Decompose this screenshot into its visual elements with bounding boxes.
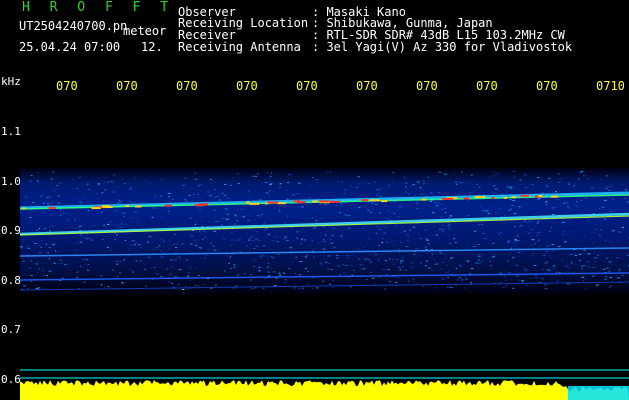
y-tick-label: 0.8: [1, 273, 21, 287]
meteor-label: meteor: [123, 24, 167, 38]
hrofft-display: H R O F F T UT2504240700.pn meteor 25.04…: [0, 0, 629, 400]
time-tick-label: 070: [56, 79, 78, 93]
y-tick-label: 0.6: [1, 373, 21, 386]
y-tick-label: 1.1: [1, 125, 21, 138]
y-axis-unit: kHz: [1, 75, 21, 88]
program-title: H R O F F T: [22, 0, 175, 15]
filename: UT2504240700.pn: [19, 19, 128, 33]
time-tick-label: 070: [356, 79, 378, 93]
time-tick-label: 070: [476, 79, 498, 93]
time-tick-label: 070: [296, 79, 318, 93]
time-tick-label: 070: [176, 79, 198, 93]
time-tick-label: 070: [236, 79, 258, 93]
antenna-label: Receiving Antenna: [178, 40, 301, 54]
y-tick-label: 1.0: [1, 174, 21, 188]
spectrogram-canvas: [20, 168, 629, 400]
time-tick-label: 070: [536, 79, 558, 93]
power-trace: [20, 380, 629, 400]
spectrogram: [20, 96, 629, 400]
time-tick-label: 0710: [596, 79, 625, 93]
datetime: 25.04.24 07:00: [19, 40, 121, 54]
time-tick-label: 070: [116, 79, 138, 93]
time-tick-label: 070: [416, 79, 438, 93]
y-tick-label: 0.9: [1, 224, 21, 238]
y-tick-label: 0.7: [1, 323, 21, 337]
meteor-count: 12.: [141, 40, 163, 54]
trace-marker: [568, 386, 629, 400]
antenna-value: : 3el Yagi(V) Az 330 for Vladivostok: [312, 40, 573, 54]
